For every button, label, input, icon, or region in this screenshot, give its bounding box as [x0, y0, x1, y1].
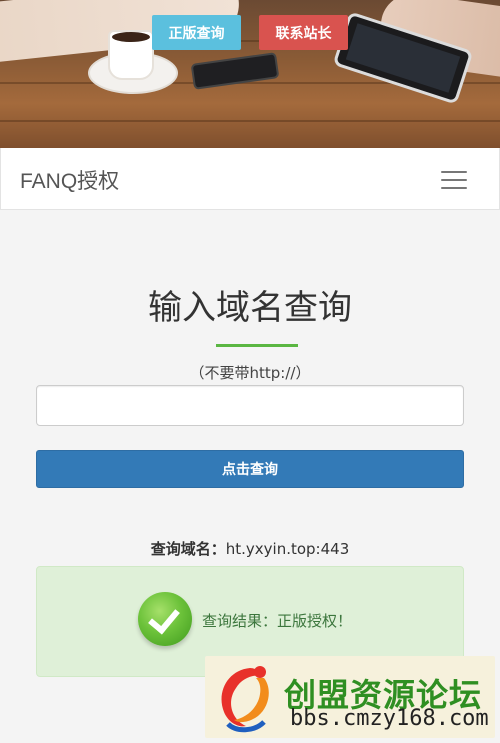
input-hint: （不要带http://）: [189, 364, 311, 382]
queried-domain: 查询域名：ht.yxyin.top:443: [0, 538, 500, 559]
hamburger-menu-icon[interactable]: [441, 171, 467, 189]
genuine-query-button[interactable]: 正版查询: [152, 15, 241, 50]
page-title: 输入域名查询: [148, 288, 352, 328]
domain-input[interactable]: [36, 385, 464, 426]
queried-domain-value: ht.yxyin.top:443: [225, 540, 350, 558]
brand-title[interactable]: FANQ授权: [20, 165, 119, 195]
check-circle-icon: [138, 592, 192, 646]
contact-admin-button[interactable]: 联系站长: [259, 15, 348, 50]
forum-url: bbs.cmzy168.com: [290, 706, 489, 731]
phone-image: [190, 52, 280, 90]
hero-banner: [0, 0, 500, 148]
forum-logo-icon: [221, 666, 269, 733]
navbar: FANQ授权: [0, 148, 500, 210]
queried-domain-label: 查询域名：: [150, 540, 226, 558]
title-underline: [216, 344, 298, 347]
result-text: 查询结果：正版授权！: [202, 612, 353, 630]
query-button[interactable]: 点击查询: [36, 450, 464, 488]
